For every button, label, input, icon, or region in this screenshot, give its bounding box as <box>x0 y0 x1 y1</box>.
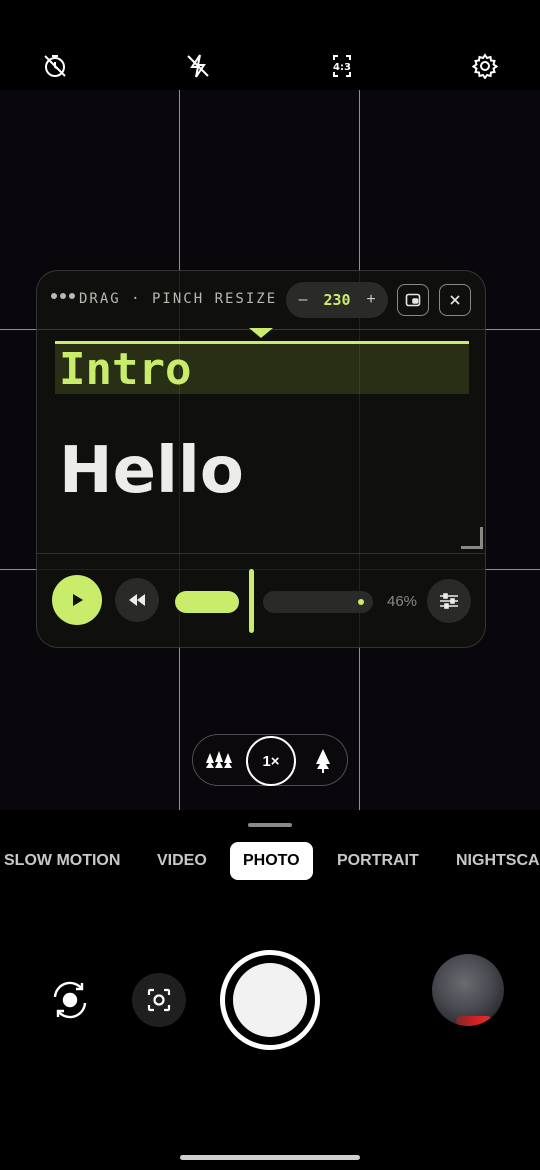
close-button[interactable] <box>439 284 471 316</box>
aspect-ratio-icon[interactable]: 4:3 <box>324 48 360 84</box>
lens-scan-button[interactable] <box>132 973 186 1027</box>
reading-marker-icon <box>249 328 273 338</box>
gesture-nav-bar[interactable] <box>180 1155 360 1160</box>
decrease-button[interactable]: – <box>296 291 310 309</box>
divider <box>37 553 485 554</box>
rewind-button[interactable] <box>115 578 159 622</box>
close-icon <box>450 295 460 305</box>
zoom-selector: 1× <box>192 734 348 786</box>
drawer-handle[interactable] <box>248 823 292 827</box>
drag-handle-icon[interactable] <box>51 293 75 299</box>
sliders-icon <box>440 593 458 609</box>
speed-slider-track[interactable] <box>263 591 373 613</box>
shutter-button[interactable] <box>220 950 320 1050</box>
aspect-label: 4:3 <box>333 62 351 73</box>
font-size-stepper[interactable]: – 230 + <box>286 282 388 318</box>
mode-portrait[interactable]: PORTRAIT <box>337 842 419 880</box>
switch-camera-button[interactable] <box>42 972 98 1028</box>
teleprompter-hint: DRAG · PINCH RESIZE <box>79 291 278 307</box>
mode-photo[interactable]: PHOTO <box>230 842 313 880</box>
increase-button[interactable]: + <box>364 291 378 309</box>
teleprompter-header[interactable]: DRAG · PINCH RESIZE – 230 + <box>37 271 485 329</box>
mode-slow-motion[interactable]: SLOW MOTION <box>4 842 120 880</box>
speed-slider-end-dot <box>358 599 364 605</box>
flash-off-icon[interactable] <box>180 48 216 84</box>
font-size-value: 230 <box>323 291 351 309</box>
timer-off-icon[interactable] <box>37 48 73 84</box>
shutter-inner <box>233 963 307 1037</box>
gallery-thumbnail[interactable] <box>432 954 504 1026</box>
viewfinder[interactable]: DRAG · PINCH RESIZE – 230 + Intro Hello <box>0 90 540 810</box>
wide-lens-icon[interactable] <box>205 747 233 775</box>
mode-selector: SLOW MOTION VIDEO PHOTO PORTRAIT NIGHTSC… <box>0 842 540 880</box>
speed-slider-thumb[interactable] <box>249 569 254 633</box>
camera-top-bar: 4:3 <box>0 0 540 90</box>
resize-handle-icon[interactable] <box>461 527 483 549</box>
mode-video[interactable]: VIDEO <box>157 842 207 880</box>
zoom-1x-button[interactable]: 1× <box>246 736 296 786</box>
play-button[interactable] <box>52 575 102 625</box>
tele-lens-icon[interactable] <box>311 747 335 775</box>
speed-slider-fill <box>175 591 239 613</box>
pip-button[interactable] <box>397 284 429 316</box>
lens-scan-icon <box>147 988 171 1012</box>
picture-in-picture-icon <box>405 293 421 307</box>
switch-camera-icon <box>53 981 87 1019</box>
teleprompter-overlay[interactable]: DRAG · PINCH RESIZE – 230 + Intro Hello <box>36 270 486 648</box>
thumbnail-detail <box>456 1016 492 1026</box>
settings-sliders-button[interactable] <box>427 579 471 623</box>
mode-nightscape[interactable]: NIGHTSCA <box>456 842 540 880</box>
speed-percent: 46% <box>387 593 418 610</box>
script-line-current: Intro <box>59 344 192 395</box>
settings-icon[interactable] <box>467 48 503 84</box>
script-line-next: Hello <box>59 434 244 508</box>
rewind-icon <box>129 594 145 606</box>
play-icon <box>73 594 83 606</box>
